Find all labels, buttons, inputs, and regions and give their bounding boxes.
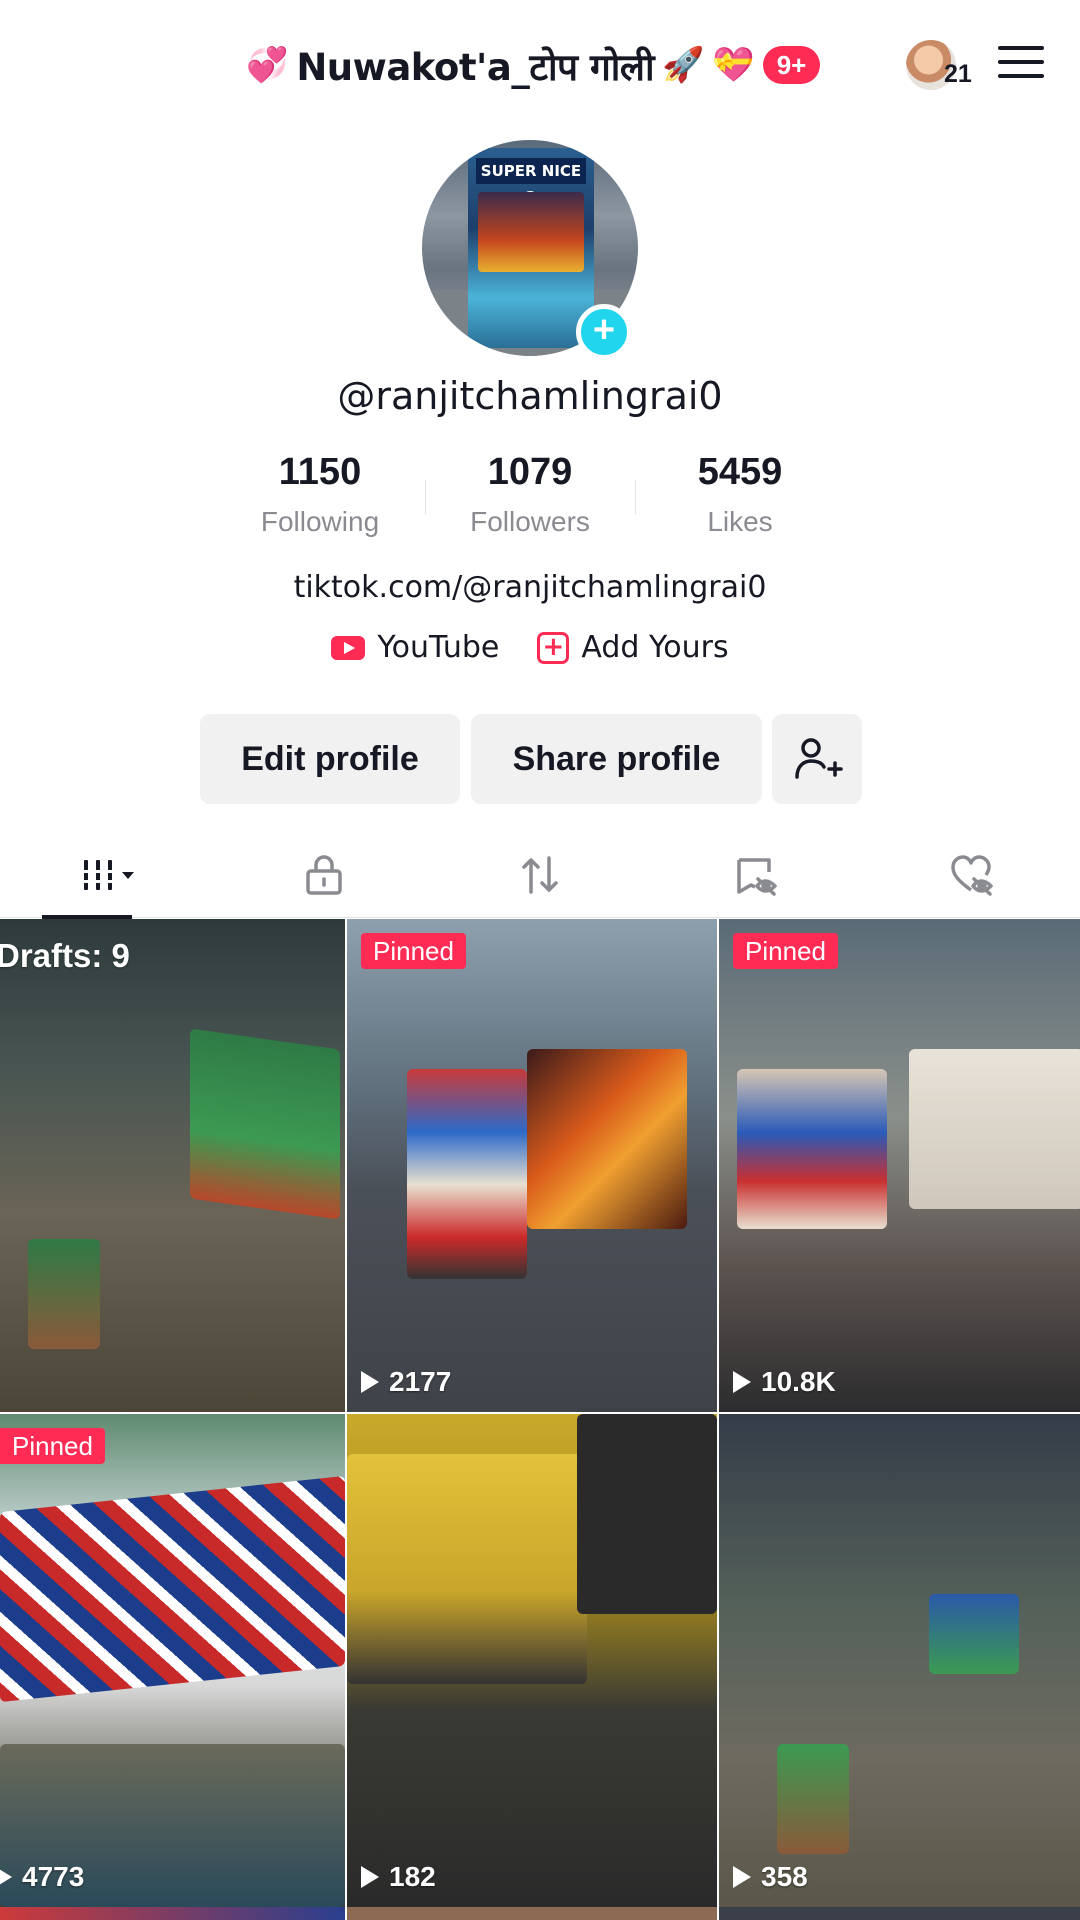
next-row-peek <box>0 1907 1080 1920</box>
thumbnail-bus <box>28 1239 100 1349</box>
play-icon <box>361 1866 379 1888</box>
pinned-badge: Pinned <box>361 933 466 969</box>
add-yours-label: Add Yours <box>581 630 729 665</box>
thumbnail-trailer <box>577 1414 717 1614</box>
thumbnail-bus <box>929 1594 1019 1674</box>
view-count-value: 4773 <box>22 1861 85 1892</box>
profile-stats: 1150 Following 1079 Followers 5459 Likes <box>0 448 1060 542</box>
view-count: 358 <box>733 1861 808 1893</box>
video-tile[interactable]: Pinned 2177 <box>347 919 717 1412</box>
video-tile[interactable] <box>719 1907 1080 1920</box>
bio-link[interactable]: tiktok.com/@ranjitchamlingrai0 <box>0 570 1060 605</box>
view-count: 182 <box>361 1861 436 1893</box>
friends-count: 21 <box>944 60 972 88</box>
stat-label: Following <box>260 506 380 537</box>
thumbnail-bus <box>777 1744 849 1854</box>
stat-value: 5459 <box>697 451 783 493</box>
tab-reposts[interactable] <box>432 832 648 918</box>
view-count-value: 358 <box>761 1861 808 1892</box>
video-grid: Drafts: 9 Pinned 2177 Pinned 10.8K Pinne… <box>0 919 1080 1907</box>
stat-likes[interactable]: 5459 Likes <box>636 448 845 542</box>
view-count: 4773 <box>0 1861 84 1893</box>
friends-button[interactable]: 21 <box>904 38 974 94</box>
video-tile[interactable] <box>0 1907 345 1920</box>
youtube-chip[interactable]: YouTube <box>331 630 499 665</box>
repost-icon <box>522 856 558 894</box>
add-story-plus-icon[interactable]: + <box>576 304 632 360</box>
menu-line <box>998 60 1044 64</box>
drafts-label: Drafts: 9 <box>0 937 130 974</box>
thumbnail-truck <box>0 1475 345 1703</box>
youtube-label: YouTube <box>377 630 500 665</box>
top-bar: 💞 Nuwakot'a_टोप गोली 🚀 💝 9+ 21 <box>0 0 1080 130</box>
drafts-tile[interactable]: Drafts: 9 <box>0 919 345 1412</box>
account-name: Nuwakot'a_टोप गोली <box>296 45 655 89</box>
notification-badge: 9+ <box>762 46 821 84</box>
play-icon <box>733 1371 751 1393</box>
video-tile[interactable]: Pinned 10.8K <box>719 919 1080 1412</box>
profile-chips: YouTube + Add Yours <box>0 630 1060 665</box>
avatar-bus-windshield <box>478 192 584 272</box>
grid-dropdown-icon <box>82 860 134 890</box>
pinned-badge: Pinned <box>0 1428 105 1464</box>
play-icon <box>0 1866 12 1888</box>
edit-profile-button[interactable]: Edit profile <box>200 714 460 804</box>
rocket-emoji: 🚀 <box>662 45 705 85</box>
thumbnail-bus <box>190 1028 340 1220</box>
view-count: 10.8K <box>733 1366 836 1398</box>
share-profile-button[interactable]: Share profile <box>471 714 762 804</box>
thumbnail-truck-cab <box>347 1454 587 1684</box>
stat-followers[interactable]: 1079 Followers <box>426 448 635 542</box>
stat-label: Followers <box>470 506 590 537</box>
video-tile[interactable]: 358 <box>719 1414 1080 1907</box>
add-yours-icon: + <box>537 631 570 664</box>
view-count-value: 182 <box>389 1861 436 1892</box>
menu-icon[interactable] <box>998 42 1044 82</box>
video-tile[interactable]: 182 <box>347 1414 717 1907</box>
play-icon <box>361 1371 379 1393</box>
heart-hidden-icon <box>951 855 993 896</box>
thumbnail-truck-body <box>527 1049 687 1229</box>
play-icon <box>733 1866 751 1888</box>
pinned-badge: Pinned <box>733 933 838 969</box>
view-count-value: 2177 <box>389 1366 452 1397</box>
stat-value: 1150 <box>278 451 362 493</box>
youtube-icon <box>331 635 366 660</box>
stat-label: Likes <box>707 506 773 537</box>
view-count: 2177 <box>361 1366 451 1398</box>
view-count-value: 10.8K <box>761 1366 836 1397</box>
add-friend-button[interactable] <box>772 714 862 804</box>
thumbnail-building <box>909 1049 1080 1209</box>
tab-favorites[interactable] <box>648 832 864 918</box>
video-tile[interactable]: Pinned 4773 <box>0 1414 345 1907</box>
tab-videos[interactable] <box>0 832 216 919</box>
video-tile[interactable] <box>347 1907 717 1920</box>
add-friend-icon <box>795 738 843 779</box>
menu-line <box>998 74 1044 78</box>
stat-following[interactable]: 1150 Following <box>216 448 425 542</box>
bookmark-hidden-icon <box>737 858 777 896</box>
account-switcher[interactable]: 💞 Nuwakot'a_टोप गोली 🚀 💝 9+ <box>246 40 821 90</box>
video-thumbnail <box>719 1414 1080 1907</box>
username: @ranjitchamlingrai0 <box>337 374 723 418</box>
hearts-emoji: 💞 <box>246 45 289 85</box>
content-tabs <box>0 832 1080 919</box>
stat-value: 1079 <box>487 451 573 493</box>
thumbnail-truck <box>737 1069 887 1229</box>
tab-private[interactable] <box>216 832 432 918</box>
menu-line <box>998 46 1044 50</box>
heart-gift-emoji: 💝 <box>712 45 755 85</box>
avatar-bus-sign: SUPER NICE 2 <box>476 158 586 206</box>
thumbnail-truck <box>407 1069 527 1279</box>
tab-liked[interactable] <box>864 832 1080 918</box>
add-yours-chip[interactable]: + Add Yours <box>537 630 729 665</box>
lock-icon <box>306 855 342 895</box>
